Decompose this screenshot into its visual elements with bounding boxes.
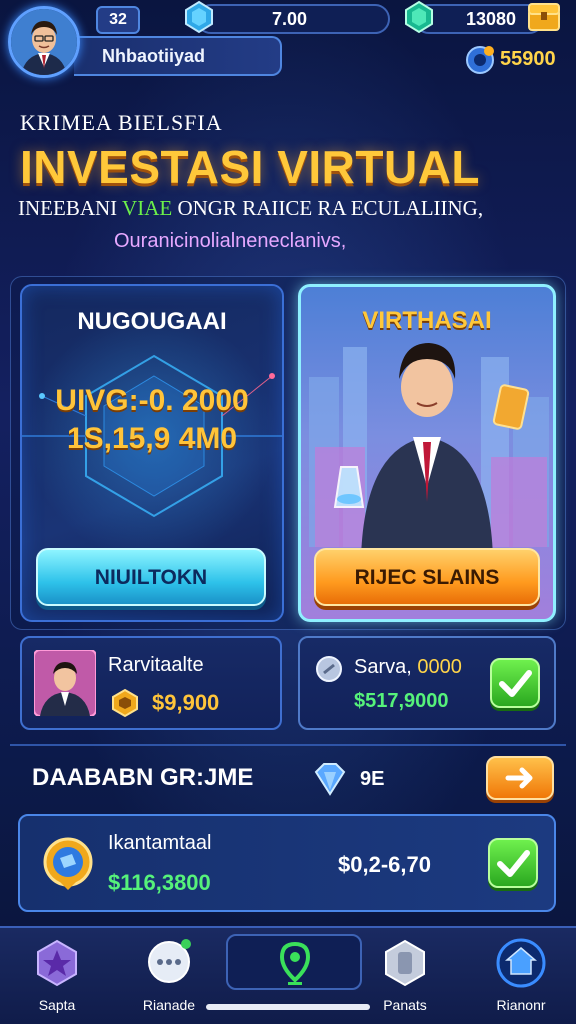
- avatar-portrait-icon: [11, 9, 77, 75]
- nav-label-panats: Panats: [383, 997, 427, 1013]
- sale-panel[interactable]: Sarva, 0000 $517,9000: [298, 636, 556, 730]
- player-avatar[interactable]: [8, 6, 80, 78]
- location-pin-icon: [279, 941, 311, 985]
- green-gem-icon: [405, 0, 433, 34]
- private-panel-label: Rarvitaalte: [108, 654, 204, 676]
- player-name: Nhbaotiiyad: [102, 46, 206, 66]
- headline-tagline: Ouranicinolialneneclanivs,: [114, 230, 347, 252]
- sale-label-text: Sarva,: [354, 656, 412, 678]
- nav-label-rianade: Rianade: [142, 997, 196, 1013]
- player-level-badge: 32: [96, 6, 140, 34]
- investment-amount-green: $116,3800: [108, 870, 211, 895]
- silver-coin-icon: [316, 656, 342, 682]
- right-action-button[interactable]: RIJEC SLAINS: [314, 548, 540, 606]
- sale-panel-amount: $517,9000: [354, 690, 449, 712]
- sale-label-value: 0000: [417, 656, 462, 678]
- section-title: DAABABN GR:JME: [32, 764, 254, 791]
- arrow-right-icon: [505, 767, 533, 789]
- checkmark-icon: [497, 850, 530, 877]
- private-panel-amount: $9,900: [152, 690, 220, 715]
- treasure-chest-icon[interactable]: [526, 0, 562, 34]
- player-name-plate[interactable]: Nhbaotiiyad: [74, 36, 282, 76]
- energy-crystal-icon: [185, 0, 213, 34]
- subtitle-part-1: INEEBANI: [18, 196, 118, 220]
- player-level: 32: [109, 11, 127, 28]
- subtitle-part-2: ONGR RAIICE RA ECULALIING,: [177, 196, 484, 220]
- shield-badge-icon: [43, 837, 93, 890]
- investor-avatar-icon: [34, 650, 96, 716]
- headline-kicker: KRIMEA BIELSFIA: [20, 110, 223, 135]
- chat-bubble-icon: [148, 939, 191, 983]
- private-investor-panel[interactable]: Rarvitaalte $9,900: [20, 636, 282, 730]
- nav-item-sapta[interactable]: Sapta: [12, 938, 102, 1013]
- gold-hexagon-icon: [112, 688, 138, 718]
- page-title: INVESTASI VIRTUAL: [20, 141, 481, 193]
- nav-item-map[interactable]: [226, 934, 362, 990]
- section-tag: 9E: [360, 768, 385, 790]
- card-left-line1: UIVG:-0. 2000: [55, 384, 249, 417]
- left-action-button[interactable]: NIUILTOKN: [36, 548, 266, 606]
- diamond-gem-icon: [314, 763, 346, 796]
- sale-panel-label: Sarva, 0000: [354, 656, 462, 679]
- home-icon: [496, 938, 546, 988]
- investment-name: Ikantamtaal: [108, 832, 212, 854]
- shield-icon: [385, 939, 425, 987]
- nav-item-rianonr[interactable]: Rianonr: [476, 938, 566, 1013]
- card-left-line2: 1S,15,9 4M0: [66, 422, 238, 455]
- nav-item-rianade[interactable]: Rianade: [124, 938, 214, 1013]
- card-left-title: NUGOUGAAI: [77, 308, 227, 335]
- section-divider: [10, 744, 566, 746]
- nav-item-panats[interactable]: Panats: [360, 938, 450, 1013]
- sale-confirm-button[interactable]: [490, 658, 540, 708]
- coin-value: 55900: [500, 48, 556, 70]
- energy-value: 7.00: [272, 9, 308, 29]
- nav-label-sapta: Sapta: [38, 997, 76, 1013]
- subtitle-highlight: VIAE: [122, 196, 173, 220]
- coin-icon: [466, 46, 494, 74]
- nav-label-rianonr: Rianonr: [496, 997, 546, 1013]
- investment-row[interactable]: Ikantamtaal $116,3800 $0,2-6,70: [18, 814, 556, 912]
- checkmark-icon: [499, 670, 532, 697]
- section-next-button[interactable]: [486, 756, 554, 800]
- star-badge-icon: [37, 939, 77, 987]
- energy-bar[interactable]: 7.00: [196, 4, 390, 34]
- home-indicator[interactable]: [206, 1004, 370, 1010]
- headline-subtitle: INEEBANI VIAE ONGR RAIICE RA ECULALIING,: [18, 196, 483, 221]
- card-right-title: VIRTHASAI: [362, 307, 492, 334]
- investment-confirm-button[interactable]: [488, 838, 538, 888]
- investment-amount-white: $0,2-6,70: [338, 852, 431, 877]
- gem-value: 13080: [466, 9, 517, 29]
